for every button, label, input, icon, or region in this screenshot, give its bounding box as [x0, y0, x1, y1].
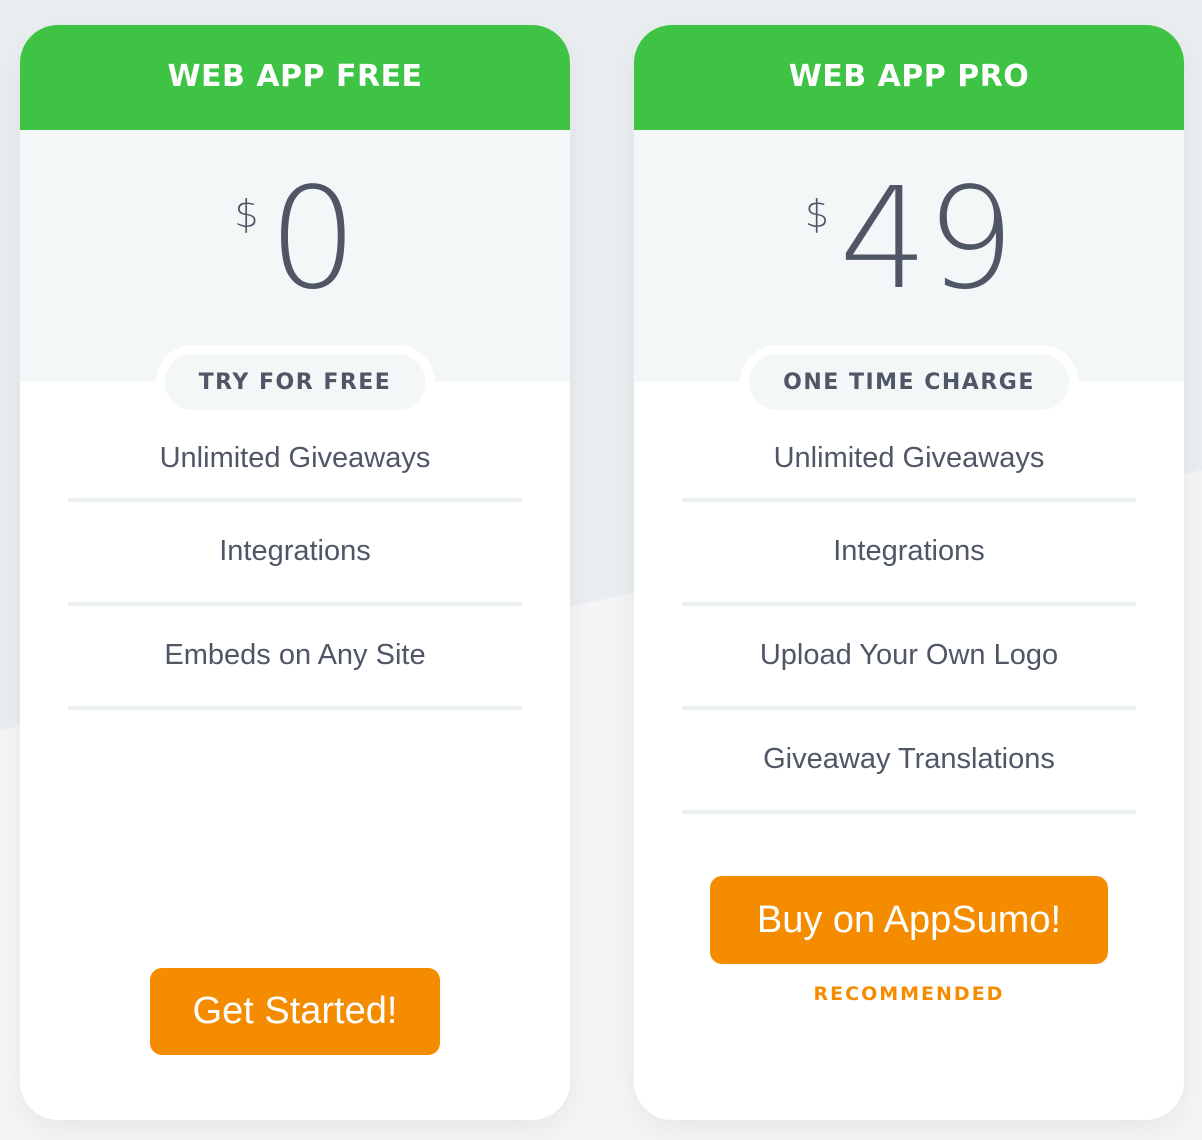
plan-badge: TRY FOR FREE [164, 354, 426, 410]
price-amount: 0 [268, 158, 358, 321]
get-started-button[interactable]: Get Started! [150, 968, 440, 1055]
feature-item: Unlimited Giveaways [682, 442, 1136, 502]
buy-on-appsumo-button[interactable]: Buy on AppSumo! [710, 876, 1108, 964]
currency-symbol: $ [234, 192, 259, 236]
price: $ 49 [634, 170, 1184, 310]
feature-list: Unlimited Giveaways Integrations Upload … [682, 382, 1136, 814]
badge-wrap: TRY FOR FREE [155, 345, 435, 419]
recommended-label: RECOMMENDED [813, 983, 1005, 1005]
feature-item: Integrations [68, 502, 522, 606]
badge-wrap: ONE TIME CHARGE [740, 345, 1078, 419]
plan-badge: ONE TIME CHARGE [749, 354, 1069, 410]
feature-item: Unlimited Giveaways [68, 442, 522, 502]
plan-card-pro: WEB APP PRO $ 49 ONE TIME CHARGE Unlimit… [634, 25, 1184, 1120]
price-amount: 49 [839, 158, 1015, 321]
feature-item: Embeds on Any Site [68, 606, 522, 710]
feature-item: Giveaway Translations [682, 710, 1136, 814]
feature-item: Upload Your Own Logo [682, 606, 1136, 710]
price-section: $ 49 ONE TIME CHARGE [634, 130, 1184, 419]
feature-item: Integrations [682, 502, 1136, 606]
price-section: $ 0 TRY FOR FREE [20, 130, 570, 419]
plan-title: WEB APP PRO [634, 25, 1184, 130]
plan-title: WEB APP FREE [20, 25, 570, 130]
plan-card-free: WEB APP FREE $ 0 TRY FOR FREE Unlimited … [20, 25, 570, 1120]
feature-list: Unlimited Giveaways Integrations Embeds … [68, 382, 522, 710]
currency-symbol: $ [804, 192, 830, 236]
price: $ 0 [20, 170, 570, 310]
